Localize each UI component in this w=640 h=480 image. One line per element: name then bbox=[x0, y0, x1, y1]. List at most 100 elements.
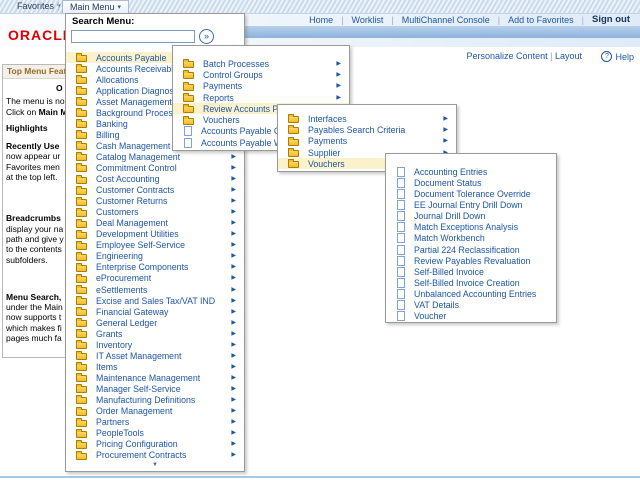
menu-item[interactable]: Development Utilities▶ bbox=[66, 229, 244, 240]
menu-item[interactable]: PeopleTools ▶ bbox=[66, 428, 244, 439]
submenu-arrow-icon: ▶ bbox=[231, 320, 236, 326]
menu-item[interactable]: Financial Gateway▶ bbox=[66, 306, 244, 317]
menu-item[interactable]: Customer Contracts▶ bbox=[66, 185, 244, 196]
menu-item[interactable]: Journal Drill Down bbox=[386, 211, 556, 222]
pagelet-text: now appear ur bbox=[6, 151, 60, 161]
menu-item[interactable]: Employee Self-Service▶ bbox=[66, 240, 244, 251]
menu-item[interactable]: Customer Returns▶ bbox=[66, 196, 244, 207]
sign-out-link[interactable]: Sign out bbox=[592, 14, 630, 25]
layout-link[interactable]: Layout bbox=[555, 51, 582, 61]
submenu-arrow-icon: ▶ bbox=[336, 83, 341, 89]
menu-item[interactable]: Pricing Configuration▶ bbox=[66, 439, 244, 450]
menu-item-label: Customers bbox=[96, 207, 139, 217]
menu-item-label: Self-Billed Invoice bbox=[414, 267, 484, 277]
menu-item[interactable]: Inventory▶ bbox=[66, 339, 244, 350]
search-input[interactable] bbox=[71, 30, 195, 43]
nav-link[interactable]: Worklist bbox=[352, 15, 384, 25]
folder-icon bbox=[76, 77, 87, 84]
submenu-arrow-icon: ▶ bbox=[231, 353, 236, 359]
nav-link[interactable]: Add to Favorites bbox=[508, 15, 574, 25]
menu-item[interactable]: Items▶ bbox=[66, 361, 244, 372]
menu-item[interactable]: Enterprise Components▶ bbox=[66, 262, 244, 273]
menu-item[interactable]: Procurement Contracts▶ bbox=[66, 450, 244, 461]
chevron-down-icon: ▾ bbox=[118, 4, 122, 11]
folder-icon bbox=[76, 276, 87, 283]
menu-item[interactable]: Batch Processes▶ bbox=[173, 58, 349, 69]
document-icon bbox=[397, 267, 405, 277]
folder-icon bbox=[76, 221, 87, 228]
document-icon bbox=[184, 138, 192, 148]
menu-item[interactable]: Payments▶ bbox=[278, 136, 456, 147]
menu-item-label: eSettlements bbox=[96, 285, 147, 295]
menu-item[interactable]: Grants▶ bbox=[66, 328, 244, 339]
menu-item[interactable]: EE Journal Entry Drill Down bbox=[386, 199, 556, 210]
document-icon bbox=[184, 126, 192, 136]
menu-item[interactable]: Engineering▶ bbox=[66, 251, 244, 262]
submenu-arrow-icon: ▶ bbox=[336, 61, 341, 67]
help-link[interactable]: ? Help bbox=[601, 51, 634, 62]
menu-item-label: Excise and Sales Tax/VAT IND bbox=[96, 296, 215, 306]
menu-item[interactable]: Reports▶ bbox=[173, 92, 349, 103]
menu-item[interactable]: Control Groups▶ bbox=[173, 69, 349, 80]
menu-item-label: Journal Drill Down bbox=[414, 211, 485, 221]
menu-item-label: PeopleTools bbox=[96, 428, 144, 438]
menu-item[interactable]: Partners▶ bbox=[66, 417, 244, 428]
menu-item[interactable]: Document Tolerance Override bbox=[386, 188, 556, 199]
pagelet-text: at the top left. bbox=[6, 172, 58, 182]
nav-link[interactable]: MultiChannel Console bbox=[402, 15, 490, 25]
pagelet-text: path and give y bbox=[6, 234, 64, 244]
menu-item[interactable]: Self-Billed Invoice Creation bbox=[386, 277, 556, 288]
menu-item[interactable]: Catalog Management▶ bbox=[66, 151, 244, 162]
menu-item[interactable]: Payments▶ bbox=[173, 81, 349, 92]
tab-divider bbox=[58, 2, 59, 11]
menu-item-label: Engineering bbox=[96, 251, 143, 261]
menu-item[interactable]: Manufacturing Definitions▶ bbox=[66, 394, 244, 405]
submenu-arrow-icon: ▶ bbox=[231, 430, 236, 436]
menu-item[interactable]: eProcurement▶ bbox=[66, 273, 244, 284]
scroll-down-icon[interactable]: ▼ bbox=[66, 462, 244, 468]
submenu-arrow-icon: ▶ bbox=[443, 127, 448, 133]
menu-item[interactable]: Interfaces▶ bbox=[278, 113, 456, 124]
menu-item[interactable]: VAT Details bbox=[386, 300, 556, 311]
main-menu-button[interactable]: Main Menu ▾ bbox=[62, 0, 129, 13]
menu-item-label: Pricing Configuration bbox=[96, 439, 178, 449]
menu-item[interactable]: Manager Self-Service▶ bbox=[66, 383, 244, 394]
menu-item[interactable]: Match Exceptions Analysis bbox=[386, 222, 556, 233]
menu-item[interactable]: IT Asset Management▶ bbox=[66, 350, 244, 361]
nav-link[interactable]: Home bbox=[309, 15, 333, 25]
folder-icon bbox=[288, 150, 299, 157]
menu-item[interactable]: Match Workbench bbox=[386, 233, 556, 244]
menu-item[interactable]: Commitment Control▶ bbox=[66, 162, 244, 173]
menu-item[interactable]: eSettlements▶ bbox=[66, 284, 244, 295]
menu-item[interactable]: Partial 224 Reclassification bbox=[386, 244, 556, 255]
menu-item[interactable]: Customers▶ bbox=[66, 207, 244, 218]
folder-icon bbox=[76, 342, 87, 349]
menu-item[interactable]: Accounting Entries bbox=[386, 166, 556, 177]
search-go-button[interactable]: » bbox=[199, 29, 214, 44]
menu-item[interactable]: General Ledger▶ bbox=[66, 317, 244, 328]
menu-item[interactable]: Voucher bbox=[386, 311, 556, 322]
menu-item-label: Partial 224 Reclassification bbox=[414, 245, 520, 255]
menu-item[interactable]: Maintenance Management▶ bbox=[66, 372, 244, 383]
main-menu-label: Main Menu bbox=[70, 1, 115, 14]
menu-item[interactable]: Unbalanced Accounting Entries bbox=[386, 289, 556, 300]
menu-item[interactable]: Document Status bbox=[386, 177, 556, 188]
menu-item[interactable]: Deal Management▶ bbox=[66, 218, 244, 229]
personalize-content-link[interactable]: Personalize Content bbox=[467, 51, 548, 61]
folder-icon bbox=[76, 353, 87, 360]
separator: | bbox=[498, 15, 500, 25]
page-bottom-rule bbox=[0, 476, 640, 478]
menu-item[interactable]: Order Management▶ bbox=[66, 406, 244, 417]
menu-item[interactable]: Review Payables Revaluation bbox=[386, 255, 556, 266]
menu-item[interactable]: Excise and Sales Tax/VAT IND▶ bbox=[66, 295, 244, 306]
menu-item[interactable]: Payables Search Criteria▶ bbox=[278, 124, 456, 135]
pagelet-text: pages much fa bbox=[6, 333, 62, 343]
menu-item[interactable]: Cost Accounting▶ bbox=[66, 174, 244, 185]
folder-icon bbox=[76, 320, 87, 327]
document-icon bbox=[397, 256, 405, 266]
pagelet-text: Highlights bbox=[6, 123, 48, 133]
menu-item[interactable]: Self-Billed Invoice bbox=[386, 266, 556, 277]
submenu-arrow-icon: ▶ bbox=[336, 72, 341, 78]
folder-icon bbox=[288, 161, 299, 168]
folder-icon bbox=[76, 143, 87, 150]
